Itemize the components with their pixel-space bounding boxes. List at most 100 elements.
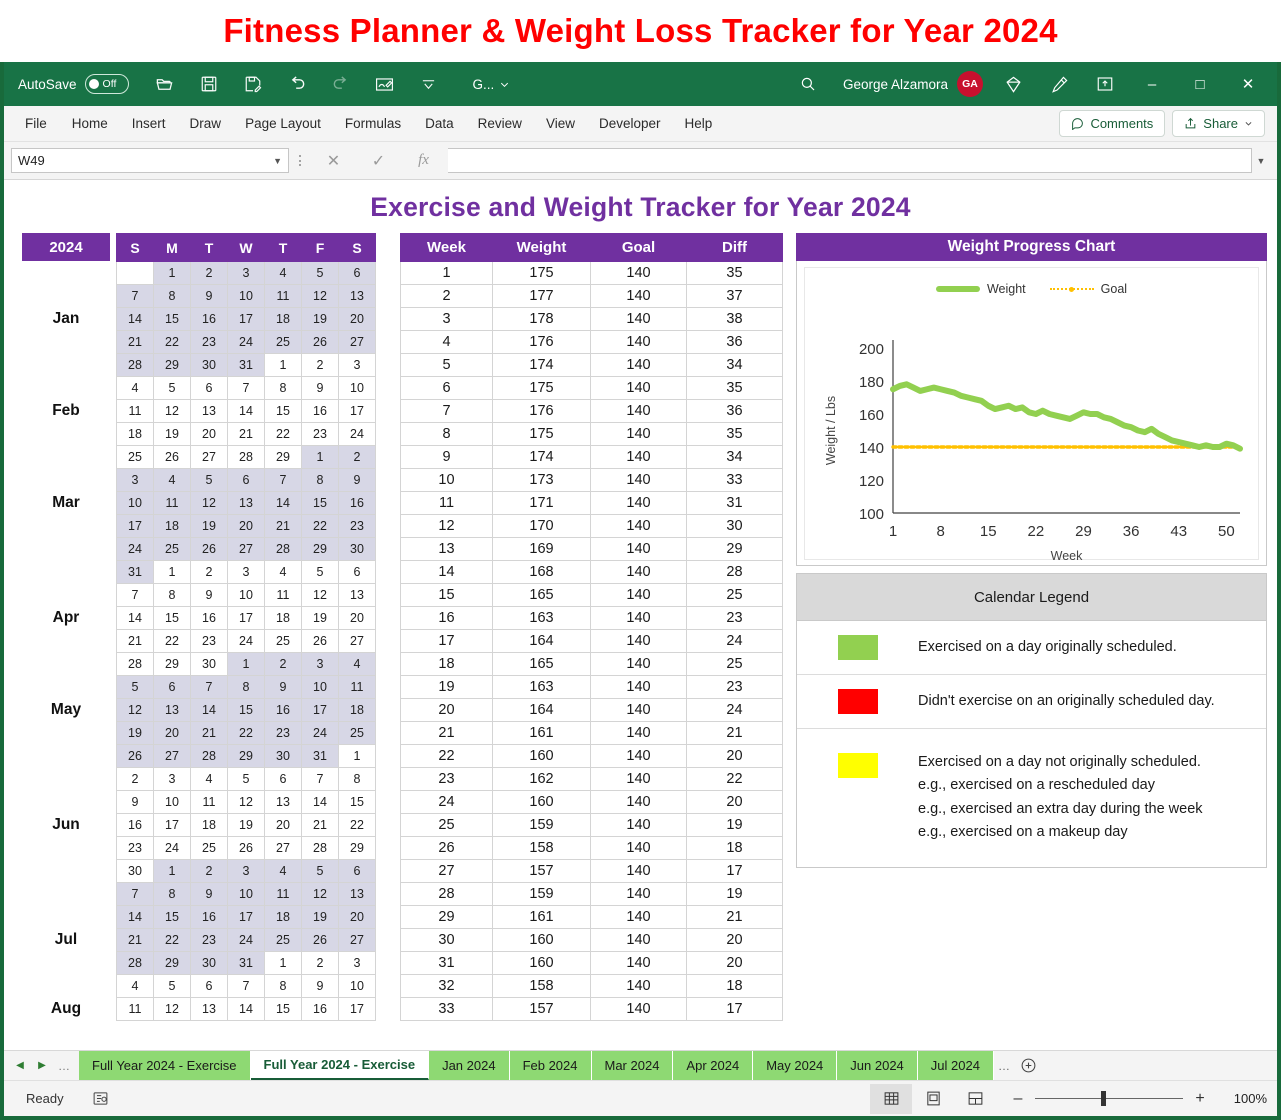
calendar-day-cell[interactable]: 28: [190, 744, 228, 768]
workbook-name[interactable]: G...: [473, 77, 511, 92]
weight-table-cell[interactable]: 163: [492, 675, 591, 699]
confirm-entry-button[interactable]: ✓: [356, 148, 401, 173]
weight-table-cell[interactable]: 5: [400, 353, 493, 377]
sheet-tab[interactable]: Jan 2024: [429, 1051, 510, 1080]
weight-table-cell[interactable]: 160: [492, 951, 591, 975]
calendar-day-cell[interactable]: 3: [227, 560, 265, 584]
calendar-day-cell[interactable]: 2: [190, 261, 228, 285]
window-maximize-button[interactable]: □: [1177, 64, 1223, 104]
calendar-day-cell[interactable]: 22: [301, 514, 339, 538]
calendar-day-cell[interactable]: 1: [264, 353, 302, 377]
window-close-button[interactable]: ✕: [1225, 64, 1271, 104]
weight-table-cell[interactable]: 24: [686, 698, 783, 722]
calendar-day-cell[interactable]: 5: [301, 859, 339, 883]
weight-table-cell[interactable]: 140: [590, 905, 687, 929]
calendar-day-cell[interactable]: 8: [153, 583, 191, 607]
weight-table-cell[interactable]: 140: [590, 744, 687, 768]
weight-table-cell[interactable]: 26: [400, 836, 493, 860]
calendar-day-cell[interactable]: 31: [301, 744, 339, 768]
weight-table-cell[interactable]: 20: [686, 744, 783, 768]
calendar-day-cell[interactable]: 1: [153, 859, 191, 883]
calendar-day-cell[interactable]: 4: [116, 376, 154, 400]
weight-table-cell[interactable]: 168: [492, 560, 591, 584]
calendar-day-cell[interactable]: 7: [116, 882, 154, 906]
weight-table-cell[interactable]: 178: [492, 307, 591, 331]
calendar-day-cell[interactable]: 14: [227, 399, 265, 423]
calendar-day-cell[interactable]: 2: [301, 951, 339, 975]
calendar-day-cell[interactable]: 20: [338, 307, 376, 331]
calendar-day-cell[interactable]: 8: [153, 882, 191, 906]
weight-table-cell[interactable]: 31: [686, 491, 783, 515]
calendar-day-cell[interactable]: 8: [264, 974, 302, 998]
weight-table-cell[interactable]: 175: [492, 261, 591, 285]
weight-table-cell[interactable]: 159: [492, 882, 591, 906]
save-as-icon[interactable]: [231, 67, 275, 101]
calendar-day-cell[interactable]: 5: [116, 675, 154, 699]
calendar-day-cell[interactable]: 8: [264, 376, 302, 400]
calendar-day-cell[interactable]: 11: [153, 491, 191, 515]
weight-table-cell[interactable]: 27: [400, 859, 493, 883]
calendar-day-cell[interactable]: 25: [338, 721, 376, 745]
weight-table-cell[interactable]: 140: [590, 859, 687, 883]
weight-table-cell[interactable]: 174: [492, 445, 591, 469]
calendar-day-cell[interactable]: 6: [153, 675, 191, 699]
calendar-day-cell[interactable]: 25: [264, 330, 302, 354]
calendar-day-cell[interactable]: 23: [264, 721, 302, 745]
copilot-pen-icon[interactable]: [1037, 67, 1081, 101]
calendar-day-cell[interactable]: 5: [301, 560, 339, 584]
weight-table-cell[interactable]: 21: [686, 905, 783, 929]
calendar-day-cell[interactable]: 25: [190, 836, 228, 860]
calendar-day-cell[interactable]: 24: [153, 836, 191, 860]
calendar-day-cell[interactable]: 20: [264, 813, 302, 837]
calendar-day-cell[interactable]: 27: [338, 629, 376, 653]
calendar-day-cell[interactable]: 22: [153, 330, 191, 354]
calendar-day-cell[interactable]: 20: [338, 606, 376, 630]
calendar-day-cell[interactable]: 26: [116, 744, 154, 768]
weight-table-cell[interactable]: 140: [590, 261, 687, 285]
calendar-day-cell[interactable]: 17: [338, 399, 376, 423]
calendar-day-cell[interactable]: 18: [116, 422, 154, 446]
calendar-day-cell[interactable]: 19: [301, 606, 339, 630]
weight-table-cell[interactable]: 18: [686, 974, 783, 998]
calendar-day-cell[interactable]: 11: [116, 399, 154, 423]
weight-table-cell[interactable]: 29: [686, 537, 783, 561]
calendar-day-cell[interactable]: 19: [301, 307, 339, 331]
calendar-day-cell[interactable]: 3: [301, 652, 339, 676]
weight-table-cell[interactable]: 140: [590, 951, 687, 975]
calendar-day-cell[interactable]: 30: [190, 652, 228, 676]
calendar-day-cell[interactable]: 4: [264, 261, 302, 285]
calendar-day-cell[interactable]: 9: [301, 974, 339, 998]
accessibility-checker-icon[interactable]: [92, 1090, 109, 1107]
calendar-day-cell[interactable]: 4: [264, 859, 302, 883]
calendar-day-cell[interactable]: 9: [190, 284, 228, 308]
previous-sheet-button[interactable]: ◀: [10, 1054, 30, 1078]
weight-table-cell[interactable]: 160: [492, 744, 591, 768]
calendar-day-cell[interactable]: 6: [190, 376, 228, 400]
calendar-day-cell[interactable]: 17: [338, 997, 376, 1021]
calendar-day-cell[interactable]: 16: [190, 606, 228, 630]
weight-table-cell[interactable]: 140: [590, 330, 687, 354]
weight-table-cell[interactable]: 140: [590, 997, 687, 1021]
weight-table-cell[interactable]: 164: [492, 698, 591, 722]
calendar-day-cell[interactable]: 21: [116, 629, 154, 653]
calendar-day-cell[interactable]: 9: [264, 675, 302, 699]
ribbon-tab-help[interactable]: Help: [673, 110, 725, 137]
calendar-day-cell[interactable]: 16: [301, 399, 339, 423]
weight-table-cell[interactable]: 16: [400, 606, 493, 630]
weight-table-cell[interactable]: 21: [686, 721, 783, 745]
calendar-day-cell[interactable]: 17: [227, 307, 265, 331]
calendar-day-cell[interactable]: 18: [264, 307, 302, 331]
calendar-day-cell[interactable]: 13: [338, 583, 376, 607]
calendar-day-cell[interactable]: 25: [153, 537, 191, 561]
calendar-day-cell[interactable]: 6: [338, 261, 376, 285]
calendar-day-cell[interactable]: 20: [338, 905, 376, 929]
normal-view-icon[interactable]: [870, 1083, 912, 1114]
weight-table-cell[interactable]: 163: [492, 606, 591, 630]
sheet-nav-more-button[interactable]: …: [54, 1059, 74, 1073]
next-sheet-button[interactable]: ▶: [32, 1054, 52, 1078]
calendar-day-cell[interactable]: 29: [153, 652, 191, 676]
calendar-day-cell[interactable]: 12: [153, 399, 191, 423]
comments-button[interactable]: Comments: [1059, 110, 1166, 137]
weight-table-cell[interactable]: 30: [400, 928, 493, 952]
weight-table-cell[interactable]: 140: [590, 928, 687, 952]
